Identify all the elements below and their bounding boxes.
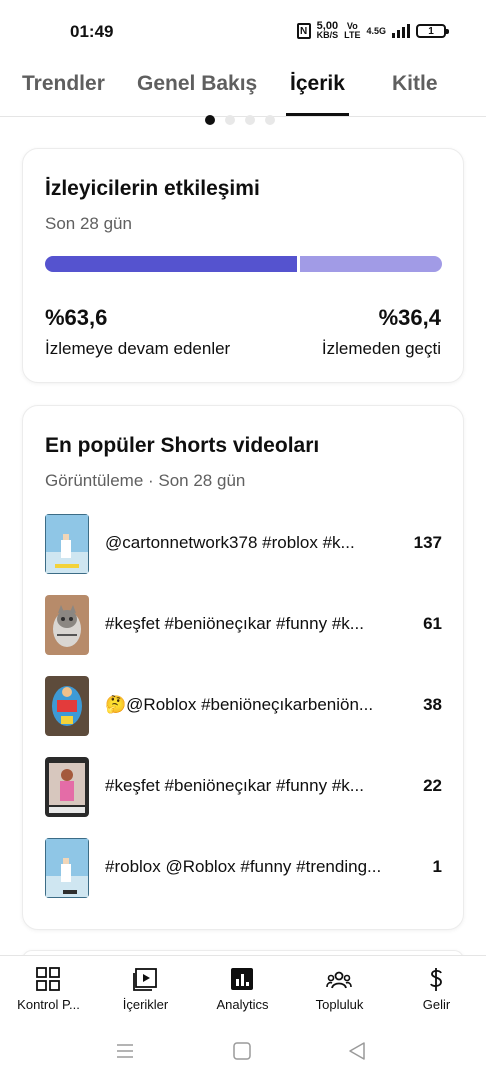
community-icon bbox=[326, 971, 352, 989]
video-views: 38 bbox=[423, 695, 442, 714]
nav-earn[interactable]: Gelir bbox=[388, 956, 485, 1024]
engagement-title: İzleyicilerin etkileşimi bbox=[45, 177, 260, 200]
nav-label: Kontrol P... bbox=[17, 997, 80, 1012]
video-row[interactable]: 🤔@Roblox #beniöneçıkarbeniön... 38 bbox=[45, 676, 442, 736]
page-dot bbox=[265, 115, 275, 125]
popular-title: En popüler Shorts videoları bbox=[45, 434, 320, 457]
video-views: 61 bbox=[423, 614, 442, 633]
nav-community[interactable]: Topluluk bbox=[291, 956, 388, 1024]
popular-subtitle: Görüntüleme · Son 28 gün bbox=[45, 471, 246, 490]
video-title: @cartonnetwork378 #roblox #k... bbox=[105, 533, 355, 552]
continued-label: İzlemeye devam edenler bbox=[45, 339, 231, 358]
content-icon bbox=[133, 968, 157, 991]
dashboard-icon bbox=[36, 967, 60, 991]
tab-audience[interactable]: Kitle bbox=[392, 72, 438, 116]
nav-content[interactable]: İçerikler bbox=[97, 956, 194, 1024]
tab-bar: Trendler Genel Bakış İçerik Kitle bbox=[0, 62, 486, 117]
page-dot bbox=[245, 115, 255, 125]
continued-segment bbox=[45, 256, 298, 272]
video-title: #keşfet #beniöneçıkar #funny #k... bbox=[105, 776, 364, 795]
page-dot bbox=[225, 115, 235, 125]
page-dot-active bbox=[205, 115, 215, 125]
video-row[interactable]: #roblox @Roblox #funny #trending... 1 bbox=[45, 838, 442, 898]
video-row[interactable]: @cartonnetwork378 #roblox #k... 137 bbox=[45, 514, 442, 574]
video-row[interactable]: #keşfet #beniöneçıkar #funny #k... 22 bbox=[45, 757, 442, 817]
analytics-icon bbox=[231, 968, 253, 990]
skipped-segment bbox=[300, 256, 442, 272]
nav-analytics[interactable]: Analytics bbox=[194, 956, 291, 1024]
page-indicator bbox=[205, 115, 275, 125]
popular-shorts-card: En popüler Shorts videoları Görüntüleme … bbox=[22, 405, 464, 930]
status-time: 01:49 bbox=[70, 22, 114, 41]
engagement-bar bbox=[45, 256, 442, 272]
video-views: 1 bbox=[432, 857, 442, 876]
video-thumbnail bbox=[45, 757, 89, 817]
video-views: 137 bbox=[413, 533, 442, 552]
system-nav-bar bbox=[0, 1023, 486, 1080]
video-title: #roblox @Roblox #funny #trending... bbox=[105, 857, 382, 876]
nav-label: Gelir bbox=[422, 997, 451, 1012]
earn-icon bbox=[430, 968, 442, 991]
tab-trends[interactable]: Trendler bbox=[22, 72, 105, 116]
video-title: #keşfet #beniöneçıkar #funny #k... bbox=[105, 614, 364, 633]
battery-icon: 1 bbox=[416, 24, 449, 38]
video-row[interactable]: #keşfet #beniöneçıkar #funny #k... 61 bbox=[45, 595, 442, 655]
video-thumbnail bbox=[45, 838, 89, 898]
home-icon[interactable] bbox=[232, 1041, 252, 1061]
video-thumbnail bbox=[45, 514, 89, 574]
nav-label: Topluluk bbox=[315, 997, 364, 1012]
nav-label: Analytics bbox=[216, 997, 269, 1012]
nav-dashboard[interactable]: Kontrol P... bbox=[0, 956, 97, 1024]
tab-content[interactable]: İçerik bbox=[286, 72, 349, 116]
video-thumbnail bbox=[45, 676, 89, 736]
signal-icon bbox=[392, 24, 410, 38]
video-views: 22 bbox=[423, 776, 442, 795]
status-bar: 01:49 N 5,00 KB/S Vo LTE 4.5G 1 bbox=[0, 0, 486, 62]
skipped-label: İzlemeden geçti bbox=[321, 339, 441, 358]
network-speed: 5,00 KB/S bbox=[316, 20, 339, 40]
menu-icon[interactable] bbox=[115, 1041, 135, 1061]
nav-label: İçerikler bbox=[122, 997, 169, 1012]
status-icons: N 5,00 KB/S Vo LTE 4.5G 1 bbox=[296, 20, 449, 40]
continued-value: %63,6 bbox=[45, 305, 108, 330]
network-type: 4.5G bbox=[366, 25, 386, 36]
nfc-icon: N bbox=[296, 23, 311, 39]
engagement-card[interactable]: İzleyicilerin etkileşimi Son 28 gün %63,… bbox=[22, 148, 464, 383]
engagement-period: Son 28 gün bbox=[45, 214, 132, 233]
skipped-value: %36,4 bbox=[378, 305, 441, 330]
video-thumbnail bbox=[45, 595, 89, 655]
volte-indicator: Vo LTE bbox=[344, 21, 361, 40]
bottom-nav: Kontrol P... İçerikler Analytics Toplulu… bbox=[0, 955, 486, 1023]
video-title: 🤔@Roblox #beniöneçıkarbeniön... bbox=[105, 695, 374, 714]
back-icon[interactable] bbox=[347, 1041, 367, 1061]
tab-overview[interactable]: Genel Bakış bbox=[137, 72, 257, 116]
